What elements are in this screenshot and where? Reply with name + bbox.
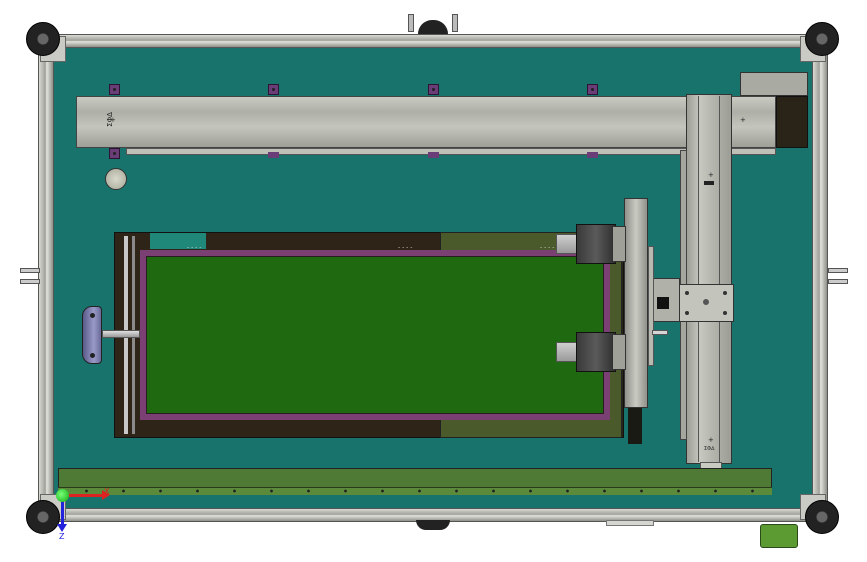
vertical-module-slot <box>698 96 720 462</box>
left-side-handle <box>20 266 40 286</box>
caster-wheel-icon <box>805 500 839 534</box>
linear-module-top <box>76 96 776 148</box>
caster-wheel-icon <box>26 22 60 56</box>
motor-body-top <box>776 96 808 148</box>
round-knob <box>105 168 127 190</box>
motor-mount-upper <box>612 226 626 262</box>
guide-rod <box>102 330 140 338</box>
gripper-foot <box>628 408 642 444</box>
bottom-plate-holes <box>68 489 768 493</box>
stepper-motor-icon <box>576 224 616 264</box>
gripper-pin <box>652 330 668 335</box>
frame-rail-left <box>38 34 54 522</box>
gripper-shaft <box>648 246 654 366</box>
axis-x-label: X <box>104 487 110 496</box>
motor-mount-lower <box>612 334 626 370</box>
module-vertical-mark: + <box>708 171 714 179</box>
green-box <box>760 524 798 548</box>
mount-block-bottom <box>587 152 598 158</box>
axis-z-label: Z <box>59 532 65 541</box>
mount-block <box>587 84 598 95</box>
top-handle <box>408 14 460 34</box>
mount-block-bottom <box>428 152 439 158</box>
bearing-block-icon <box>82 306 102 364</box>
module-top-mark: + <box>110 116 116 124</box>
frame-rail-top <box>38 34 830 48</box>
module-vertical-tag-box <box>704 181 714 185</box>
mount-block <box>268 84 279 95</box>
motor-coupler-upper <box>556 234 578 254</box>
stepper-motor-icon <box>576 332 616 372</box>
linear-module-top-lower-rail <box>126 148 776 155</box>
bottom-foot <box>416 520 450 530</box>
module-vertical-mark-bottom: + <box>708 436 714 444</box>
mount-block <box>428 84 439 95</box>
module-vertical-tag: ΣΦ∆ <box>704 446 715 452</box>
mount-block-bottom <box>268 152 279 158</box>
caster-wheel-icon <box>805 22 839 56</box>
right-side-handle <box>828 266 848 286</box>
mount-block <box>109 84 120 95</box>
frame-rail-right <box>812 34 828 522</box>
motor-coupler-lower <box>556 342 578 362</box>
carriage-bracket <box>650 278 680 322</box>
circuit-board <box>140 250 610 420</box>
gripper-rail <box>624 198 648 408</box>
carriage-plate <box>678 284 734 322</box>
motor-housing-top <box>740 72 808 96</box>
module-top-mark-right: + <box>740 116 746 124</box>
mount-block <box>109 148 120 159</box>
bottom-bracket <box>606 520 654 526</box>
